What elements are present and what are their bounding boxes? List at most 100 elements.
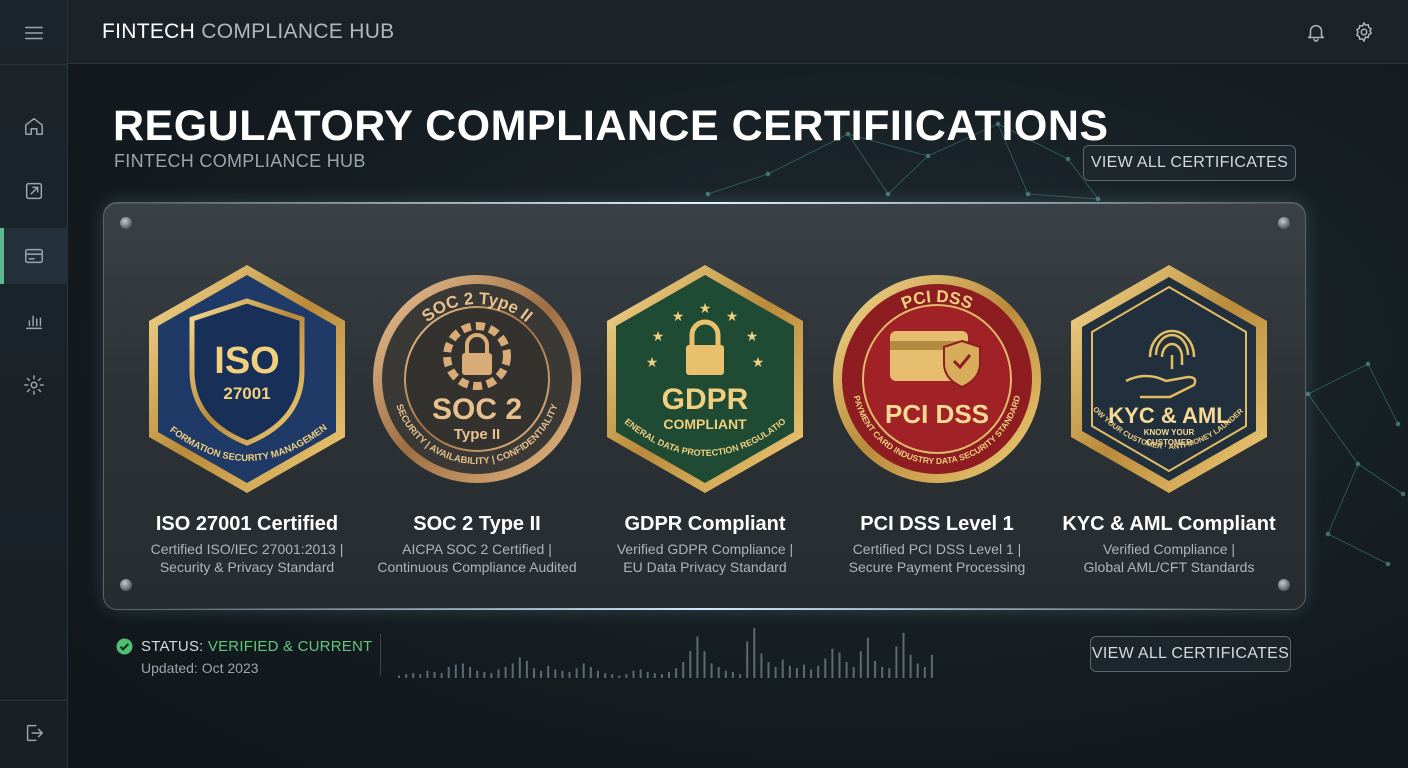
certificate-card-soc2[interactable]: SOC 2 Type II SOC 2 Type II SECURITY | A… xyxy=(362,203,592,611)
certificate-name: KYC & AML Compliant xyxy=(1062,513,1276,535)
activity-bar xyxy=(511,663,514,678)
certificate-card-kyc-aml[interactable]: KYC & AML KNOW YOUR CUSTOMER KNOW YOUR C… xyxy=(1054,203,1284,611)
activity-bar xyxy=(760,653,763,678)
activity-bar xyxy=(476,670,479,678)
svg-text:★: ★ xyxy=(726,309,739,325)
activity-bar xyxy=(703,651,706,678)
settings-button[interactable] xyxy=(1350,18,1378,46)
sidebar-divider xyxy=(0,64,68,65)
activity-bar xyxy=(518,657,521,678)
logout-button[interactable] xyxy=(0,705,68,761)
view-all-certificates-button[interactable]: VIEW ALL CERTIFICATES xyxy=(1083,145,1296,181)
activity-bar xyxy=(852,667,855,678)
activity-bar xyxy=(440,673,443,678)
certificate-card-pci[interactable]: PCI DSS PCI DSS PAYMENT CARD INDUSTRY DA… xyxy=(822,203,1052,611)
activity-bar xyxy=(689,651,692,678)
activity-bar xyxy=(909,654,912,678)
activity-sparkline xyxy=(398,628,933,678)
activity-bar xyxy=(490,673,493,678)
activity-bar xyxy=(660,674,663,678)
notifications-button[interactable] xyxy=(1302,18,1330,46)
activity-bar xyxy=(774,667,777,678)
activity-bar xyxy=(675,668,678,678)
app-title-product: COMPLIANCE HUB xyxy=(201,20,395,43)
view-all-certificates-button-bottom[interactable]: VIEW ALL CERTIFICATES xyxy=(1090,636,1291,672)
sidebar-item-analytics[interactable] xyxy=(0,293,68,349)
page-title: REGULATORY COMPLIANCE CERTIFIICATIONS xyxy=(113,102,1109,150)
activity-bar xyxy=(419,674,422,678)
activity-bar xyxy=(923,667,926,678)
activity-bar xyxy=(426,670,429,678)
svg-text:ISO: ISO xyxy=(214,340,279,382)
activity-bar xyxy=(625,674,628,678)
activity-bar xyxy=(604,673,607,678)
activity-bar xyxy=(845,662,848,678)
certificate-description: Certified PCI DSS Level 1 | Secure Payme… xyxy=(822,540,1052,576)
external-link-icon xyxy=(25,182,43,200)
app-title-brand: FINTECH xyxy=(102,20,196,43)
svg-text:GDPR: GDPR xyxy=(662,383,749,416)
activity-bar xyxy=(710,663,713,678)
certificate-card-gdpr[interactable]: ★★★ ★★★★ GDPR COMPLIANT GENERAL DATA PRO… xyxy=(590,203,820,611)
activity-bar xyxy=(731,671,734,678)
card-icon xyxy=(25,248,43,264)
soc2-badge-icon: SOC 2 Type II SOC 2 Type II SECURITY | A… xyxy=(373,275,581,483)
svg-text:KNOW YOUR: KNOW YOUR xyxy=(1144,428,1195,437)
certificate-description-line: Certified PCI DSS Level 1 | xyxy=(852,541,1022,557)
activity-bar xyxy=(412,673,415,678)
status-value: VERIFIED & CURRENT xyxy=(207,638,373,655)
activity-bar xyxy=(902,632,905,678)
activity-bar xyxy=(795,668,798,678)
activity-bar xyxy=(803,664,805,678)
sidebar-item-reports[interactable] xyxy=(0,163,68,219)
menu-button[interactable] xyxy=(0,5,68,61)
activity-bar xyxy=(554,669,557,678)
app-title: FINTECH COMPLIANCE HUB xyxy=(102,20,394,44)
certificate-name: GDPR Compliant xyxy=(624,513,786,535)
activity-bar xyxy=(930,654,933,678)
activity-bar xyxy=(781,659,784,678)
svg-text:★: ★ xyxy=(672,309,685,325)
svg-text:KYC & AML: KYC & AML xyxy=(1108,403,1229,428)
activity-bar xyxy=(582,663,585,678)
updated-timestamp: Updated: Oct 2023 xyxy=(141,660,259,676)
gear-icon xyxy=(1356,22,1372,42)
activity-bar xyxy=(888,668,891,678)
activity-bar xyxy=(547,665,550,678)
status-divider xyxy=(380,634,381,676)
svg-text:★: ★ xyxy=(752,355,765,371)
status-label: STATUS: xyxy=(141,638,204,655)
activity-bar xyxy=(831,648,834,678)
certificate-card-iso[interactable]: ISO 27001 INFORMATION SECURITY MANAGEMEN… xyxy=(132,203,362,611)
certificate-name: PCI DSS Level 1 xyxy=(860,513,1014,535)
certificate-description-line: Secure Payment Processing xyxy=(848,559,1026,575)
gdpr-badge-icon: ★★★ ★★★★ GDPR COMPLIANT GENERAL DATA PRO… xyxy=(600,261,803,493)
logout-icon xyxy=(26,724,43,742)
svg-text:SOC 2: SOC 2 xyxy=(432,393,522,426)
activity-bar xyxy=(525,660,528,678)
screw-decoration xyxy=(120,579,132,591)
activity-bar xyxy=(483,671,486,678)
settings-icon xyxy=(24,375,44,395)
activity-bar xyxy=(788,665,791,678)
svg-text:★: ★ xyxy=(699,301,712,317)
activity-bar xyxy=(447,667,450,678)
sidebar-item-home[interactable] xyxy=(0,98,68,154)
check-circle-icon xyxy=(116,638,133,655)
activity-bar xyxy=(540,670,543,678)
activity-bar xyxy=(398,675,400,678)
sidebar-item-certificates[interactable] xyxy=(0,228,68,284)
bar-chart-icon xyxy=(25,315,43,330)
activity-bar xyxy=(746,641,749,678)
activity-bar xyxy=(469,667,472,678)
activity-bar xyxy=(895,646,898,678)
activity-bar xyxy=(461,663,464,678)
screw-decoration xyxy=(120,217,132,229)
home-icon xyxy=(25,117,43,135)
activity-bar xyxy=(916,663,919,678)
activity-bar xyxy=(575,668,578,678)
svg-text:Type II: Type II xyxy=(454,426,500,443)
certificate-description-line: AICPA SOC 2 Certified | xyxy=(402,541,552,557)
sidebar-item-settings[interactable] xyxy=(0,357,68,413)
sidebar-divider-bottom xyxy=(0,700,68,701)
